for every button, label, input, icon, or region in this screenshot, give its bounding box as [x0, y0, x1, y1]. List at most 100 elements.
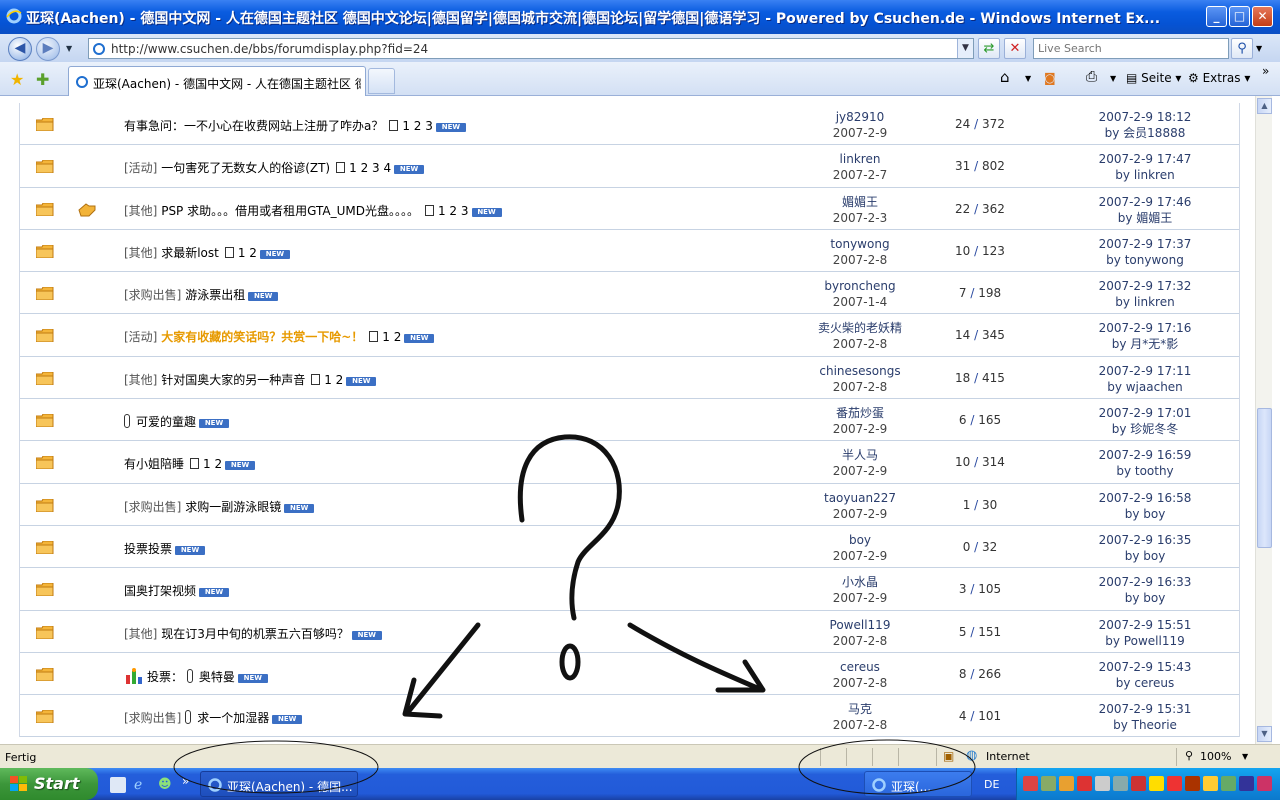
taskbar-ie-window-1[interactable]: 亚琛(Aachen) - 德国...: [200, 771, 358, 797]
minimize-button[interactable]: _: [1206, 6, 1227, 27]
thread-row[interactable]: [其他] PSP 求助。。。借用或者租用GTA_UMD光盘。。。。 1 2 3 NE…: [20, 188, 1239, 230]
thread-row[interactable]: 有小姐陪睡 1 2 NEW 半人马 2007-2-9 10 / 314 2007-2-9 1…: [20, 441, 1239, 484]
thread-title-link[interactable]: 现在订3月中旬的机票五六百够吗？: [161, 627, 349, 641]
taskbar-ie-window-2[interactable]: 亚琛(...: [864, 771, 972, 797]
live-search-field[interactable]: [1033, 38, 1229, 59]
last-post-time[interactable]: 2007-2-9 17:01: [1060, 405, 1230, 421]
tray-app-icon[interactable]: [1041, 776, 1056, 791]
page-links[interactable]: 1 2 3 4: [349, 161, 391, 175]
thread-prefix[interactable]: [其他]: [124, 246, 157, 260]
tray-app-icon[interactable]: [1203, 776, 1218, 791]
last-post-author[interactable]: by boy: [1060, 506, 1230, 522]
zoom-dropdown-icon[interactable]: ▼: [1242, 752, 1248, 761]
last-post-author[interactable]: by 媚媚王: [1060, 210, 1230, 226]
thread-title-link[interactable]: 有事急问：一不小心在收费网站上注册了咋办a？: [124, 119, 383, 133]
thread-prefix[interactable]: [活动]: [124, 161, 157, 175]
last-post-author[interactable]: by tonywong: [1060, 252, 1230, 268]
quicklaunch-ie-icon[interactable]: ℯ: [134, 777, 150, 793]
forward-button[interactable]: ▶: [36, 37, 60, 61]
stop-icon[interactable]: ✕: [1004, 38, 1026, 59]
last-post-time[interactable]: 2007-2-9 15:43: [1060, 659, 1230, 675]
thread-row[interactable]: [求购出售] 求购一副游泳眼镜 NEW taoyuan227 2007-2-9 1 / …: [20, 484, 1239, 526]
author-link[interactable]: taoyuan227: [800, 490, 920, 506]
url-dropdown-icon[interactable]: ▼: [957, 39, 973, 58]
last-post-author[interactable]: by Powell119: [1060, 633, 1230, 649]
toolbar-overflow-icon[interactable]: »: [1262, 64, 1269, 78]
refresh-icon[interactable]: ⇄: [978, 38, 1000, 59]
scroll-thumb[interactable]: [1257, 408, 1272, 548]
tab-active[interactable]: 亚琛(Aachen) - 德国中文网 - 人在德国主题社区 德...: [68, 66, 366, 96]
quicklaunch-overflow-icon[interactable]: »: [182, 774, 189, 788]
author-link[interactable]: 媚媚王: [800, 194, 920, 210]
page-links[interactable]: 1 2: [203, 457, 222, 471]
author-link[interactable]: Powell119: [800, 617, 920, 633]
tray-app-icon[interactable]: [1221, 776, 1236, 791]
author-link[interactable]: boy: [800, 532, 920, 548]
author-link[interactable]: linkren: [800, 151, 920, 167]
maximize-button[interactable]: □: [1229, 6, 1250, 27]
thread-row[interactable]: [其他] 现在订3月中旬的机票五六百够吗？ NEW Powell119 2007-2-…: [20, 611, 1239, 653]
thread-title-link[interactable]: 游泳票出租: [185, 288, 245, 302]
tray-app-icon[interactable]: [1149, 776, 1164, 791]
author-link[interactable]: chinesesongs: [800, 363, 920, 379]
thread-prefix[interactable]: [其他]: [124, 627, 157, 641]
page-links[interactable]: 1 2: [238, 246, 257, 260]
thread-row[interactable]: [其他] 针对国奥大家的另一种声音 1 2 NEW chinesesongs 2007-…: [20, 357, 1239, 400]
last-post-author[interactable]: by cereus: [1060, 675, 1230, 691]
thread-row[interactable]: 有事急问：一不小心在收费网站上注册了咋办a？ 1 2 3 NEW jy82910 200…: [20, 103, 1239, 146]
last-post-time[interactable]: 2007-2-9 16:33: [1060, 574, 1230, 590]
last-post-author[interactable]: by toothy: [1060, 463, 1230, 479]
last-post-author[interactable]: by 珍妮冬冬: [1060, 421, 1230, 437]
last-post-author[interactable]: by boy: [1060, 590, 1230, 606]
thread-title-link[interactable]: 求最新lost: [161, 246, 219, 260]
author-link[interactable]: byroncheng: [800, 278, 920, 294]
page-menu[interactable]: ▤ Seite ▾: [1126, 71, 1181, 85]
address-field[interactable]: http://www.csuchen.de/bbs/forumdisplay.p…: [88, 38, 974, 59]
search-input[interactable]: [1034, 39, 1228, 58]
tray-app-icon[interactable]: [1023, 776, 1038, 791]
feeds-icon[interactable]: ◙: [1044, 71, 1056, 85]
start-button[interactable]: Start: [0, 768, 98, 800]
thread-title-link[interactable]: 求购一副游泳眼镜: [185, 500, 281, 514]
last-post-author[interactable]: by Theorie: [1060, 717, 1230, 733]
thread-title-link[interactable]: 有小姐陪睡: [124, 457, 184, 471]
author-link[interactable]: tonywong: [800, 236, 920, 252]
tray-app-icon[interactable]: [1113, 776, 1128, 791]
thread-title-link[interactable]: 奥特曼: [199, 670, 235, 684]
zoom-level[interactable]: 100%: [1200, 750, 1231, 763]
favorites-star-icon[interactable]: ★: [10, 70, 24, 89]
thread-title-link[interactable]: 针对国奥大家的另一种声音: [161, 373, 305, 387]
thread-row[interactable]: [其他] 求最新lost 1 2 NEW tonywong 2007-2-8 10 / 1…: [20, 230, 1239, 273]
page-links[interactable]: 1 2: [382, 330, 401, 344]
thread-row[interactable]: 可爱的童趣 NEW 番茄炒蛋 2007-2-9 6 / 165 2007-2-9 17:0…: [20, 399, 1239, 442]
last-post-author[interactable]: by boy: [1060, 548, 1230, 564]
last-post-time[interactable]: 2007-2-9 16:58: [1060, 490, 1230, 506]
last-post-time[interactable]: 2007-2-9 16:59: [1060, 447, 1230, 463]
scroll-up-icon[interactable]: ▲: [1257, 98, 1272, 114]
author-link[interactable]: 小水晶: [800, 574, 920, 590]
window-titlebar[interactable]: 亚琛(Aachen) - 德国中文网 - 人在德国主题社区 德国中文论坛|德国留…: [0, 0, 1280, 34]
last-post-time[interactable]: 2007-2-9 16:35: [1060, 532, 1230, 548]
last-post-time[interactable]: 2007-2-9 15:51: [1060, 617, 1230, 633]
last-post-author[interactable]: by 会员18888: [1060, 125, 1230, 141]
author-link[interactable]: 卖火柴的老妖精: [800, 320, 920, 336]
tray-app-icon[interactable]: [1239, 776, 1254, 791]
thread-row[interactable]: [活动] 一句害死了无数女人的俗谚(ZT) 1 2 3 4 NEW linkren 20…: [20, 145, 1239, 188]
home-dropdown-icon[interactable]: ▼: [1025, 74, 1031, 83]
last-post-time[interactable]: 2007-2-9 17:46: [1060, 194, 1230, 210]
page-links[interactable]: 1 2 3: [438, 204, 469, 218]
tray-app-icon[interactable]: [1131, 776, 1146, 791]
thread-row[interactable]: 国奥打架视频 NEW 小水晶 2007-2-9 3 / 105 2007-2-9 16:3…: [20, 568, 1239, 611]
add-favorites-icon[interactable]: ✚: [36, 70, 49, 89]
thread-title-link[interactable]: 投票投票: [124, 542, 172, 556]
last-post-author[interactable]: by linkren: [1060, 294, 1230, 310]
print-dropdown-icon[interactable]: ▼: [1110, 74, 1116, 83]
tools-menu[interactable]: ⚙ Extras ▾: [1188, 71, 1250, 85]
last-post-time[interactable]: 2007-2-9 17:11: [1060, 363, 1230, 379]
author-link[interactable]: 番茄炒蛋: [800, 405, 920, 421]
back-button[interactable]: ◀: [8, 37, 32, 61]
last-post-author[interactable]: by wjaachen: [1060, 379, 1230, 395]
tray-app-icon[interactable]: [1077, 776, 1092, 791]
close-button[interactable]: ✕: [1252, 6, 1273, 27]
tray-app-icon[interactable]: [1167, 776, 1182, 791]
